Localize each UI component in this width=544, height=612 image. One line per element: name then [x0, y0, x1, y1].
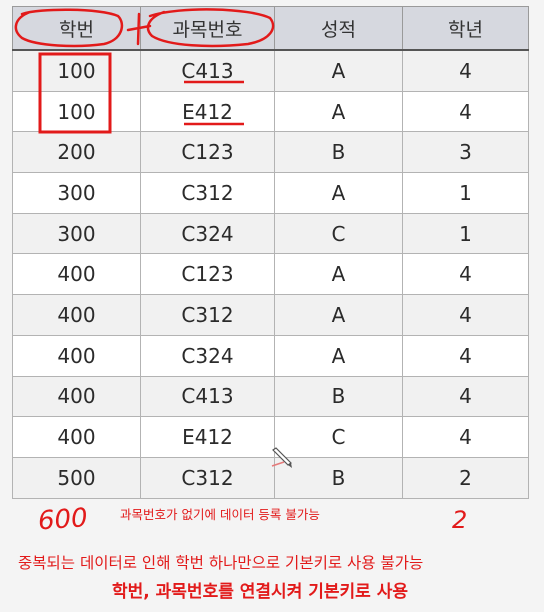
header-course-id: 과목번호 — [140, 6, 275, 51]
cell-course-id: C312 — [140, 456, 275, 499]
cell-year: 3 — [402, 131, 529, 174]
cell-year: 4 — [402, 294, 529, 336]
cell-course-id: E412 — [140, 416, 275, 458]
cell-year: 2 — [402, 456, 529, 499]
header-grade: 성적 — [274, 6, 403, 51]
cell-course-id: C123 — [140, 253, 275, 296]
table-row: 400 C312 A 4 — [12, 294, 529, 336]
table-row: 400 C413 B 4 — [12, 375, 529, 418]
table-row: 400 C324 A 4 — [12, 334, 529, 377]
table-row: 300 C324 C 1 — [12, 212, 529, 255]
table-row: 100 E412 A 4 — [12, 90, 529, 133]
cell-grade: A — [274, 49, 403, 92]
cell-student-id: 500 — [12, 456, 141, 499]
cell-year: 4 — [402, 253, 529, 296]
table-row: 100 C413 A 4 — [12, 49, 529, 92]
cell-course-id: C324 — [140, 212, 275, 255]
note-missing-course: 과목번호가 없기에 데이터 등록 불가능 — [120, 507, 320, 522]
cell-course-id: C324 — [140, 334, 275, 377]
cell-course-id: E412 — [140, 90, 275, 133]
cell-student-id: 400 — [12, 253, 141, 296]
cell-grade: A — [274, 90, 403, 133]
header-year: 학년 — [402, 6, 529, 51]
cell-grade: B — [274, 375, 403, 418]
cell-student-id: 300 — [12, 172, 141, 214]
cell-student-id: 400 — [12, 416, 141, 458]
cell-year: 4 — [402, 416, 529, 458]
cell-grade: B — [274, 131, 403, 174]
grade-table: 학번 과목번호 성적 학년 100 C413 A 4 100 E412 A 4 … — [12, 6, 529, 499]
cell-year: 4 — [402, 49, 529, 92]
cell-year: 4 — [402, 334, 529, 377]
cell-year: 4 — [402, 375, 529, 418]
cell-grade: A — [274, 172, 403, 214]
cell-student-id: 200 — [12, 131, 141, 174]
cell-student-id: 300 — [12, 212, 141, 255]
note-composite-key: 학번, 과목번호를 연결시켜 기본키로 사용 — [112, 582, 409, 602]
cell-student-id: 400 — [12, 375, 141, 418]
cell-grade: A — [274, 334, 403, 377]
handwritten-year: 2 — [452, 506, 467, 534]
cell-year: 1 — [402, 212, 529, 255]
cell-grade: C — [274, 212, 403, 255]
cell-year: 4 — [402, 90, 529, 133]
table-row: 200 C123 B 3 — [12, 131, 529, 174]
handwritten-student-id: 600 — [37, 503, 89, 536]
cell-course-id: C413 — [140, 49, 275, 92]
grade-table-container: 학번 과목번호 성적 학년 100 C413 A 4 100 E412 A 4 … — [12, 6, 529, 499]
cell-course-id: C123 — [140, 131, 275, 174]
table-row: 400 C123 A 4 — [12, 253, 529, 296]
cell-year: 1 — [402, 172, 529, 214]
table-header-row: 학번 과목번호 성적 학년 — [12, 6, 529, 51]
cell-course-id: C413 — [140, 375, 275, 418]
header-student-id: 학번 — [12, 6, 141, 51]
cell-student-id: 400 — [12, 294, 141, 336]
cell-student-id: 100 — [12, 90, 141, 133]
cell-grade: A — [274, 253, 403, 296]
note-duplicate-key: 중복되는 데이터로 인해 학번 하나만으로 기본키로 사용 불가능 — [18, 554, 424, 572]
cell-grade: A — [274, 294, 403, 336]
cell-course-id: C312 — [140, 172, 275, 214]
pen-cursor-icon — [272, 447, 292, 468]
table-row: 300 C312 A 1 — [12, 172, 529, 214]
cell-course-id: C312 — [140, 294, 275, 336]
cell-student-id: 400 — [12, 334, 141, 377]
cell-student-id: 100 — [12, 49, 141, 92]
